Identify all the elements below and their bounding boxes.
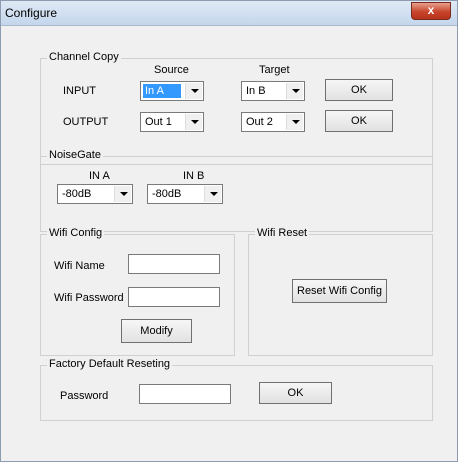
factory-reset-title: Factory Default Reseting <box>47 358 173 370</box>
output-ok-label: OK <box>351 115 367 127</box>
input-ok-button[interactable]: OK <box>325 79 393 101</box>
wifi-reset-group: Wifi Reset Reset Wifi Config <box>248 227 433 356</box>
chevron-down-icon[interactable] <box>185 83 202 99</box>
input-ok-label: OK <box>351 84 367 96</box>
in-b-threshold-select[interactable]: -80dB <box>147 184 223 204</box>
noisegate-title: NoiseGate <box>47 149 103 161</box>
output-source-value: Out 1 <box>145 116 172 128</box>
reset-wifi-config-button[interactable]: Reset Wifi Config <box>292 279 387 303</box>
in-b-threshold-value: -80dB <box>152 188 182 200</box>
source-header: Source <box>154 64 189 76</box>
wifi-config-group: Wifi Config Wifi Name Wifi Password Modi… <box>40 227 235 356</box>
factory-ok-button[interactable]: OK <box>259 382 332 404</box>
reset-wifi-config-label: Reset Wifi Config <box>297 285 382 297</box>
close-button[interactable]: x <box>411 2 451 20</box>
in-a-label: IN A <box>89 170 110 182</box>
chevron-down-icon[interactable] <box>114 186 131 202</box>
input-source-select[interactable]: In A <box>140 81 204 101</box>
factory-ok-label: OK <box>287 387 304 399</box>
factory-reset-group: Factory Default Reseting Password OK <box>40 358 433 421</box>
wifi-reset-title: Wifi Reset <box>255 227 310 239</box>
dialog-content: Channel Copy Source Target INPUT In A In… <box>9 26 449 456</box>
factory-password-label: Password <box>60 390 109 402</box>
noisegate-group: NoiseGate IN A IN B -80dB -80dB <box>40 149 433 232</box>
chevron-down-icon[interactable] <box>286 114 303 130</box>
close-icon: x <box>427 3 435 17</box>
wifi-config-title: Wifi Config <box>47 227 105 239</box>
input-target-select[interactable]: In B <box>241 81 305 101</box>
wifi-name-label: Wifi Name <box>54 260 105 272</box>
input-label: INPUT <box>63 85 96 97</box>
chevron-down-icon[interactable] <box>286 83 303 99</box>
input-source-value: In A <box>143 84 181 98</box>
input-target-value: In B <box>246 85 266 97</box>
channel-copy-title: Channel Copy <box>47 51 121 63</box>
title-bar[interactable]: Configure x <box>1 1 457 26</box>
output-ok-button[interactable]: OK <box>325 110 393 132</box>
in-a-threshold-select[interactable]: -80dB <box>57 184 133 204</box>
chevron-down-icon[interactable] <box>204 186 221 202</box>
chevron-down-icon[interactable] <box>185 114 202 130</box>
wifi-password-label: Wifi Password <box>54 292 124 304</box>
wifi-name-input[interactable] <box>128 254 220 274</box>
output-source-select[interactable]: Out 1 <box>140 112 204 132</box>
output-target-value: Out 2 <box>246 116 273 128</box>
output-label: OUTPUT <box>63 116 109 128</box>
in-b-label: IN B <box>183 170 205 182</box>
in-a-threshold-value: -80dB <box>62 188 92 200</box>
target-header: Target <box>259 64 290 76</box>
modify-label: Modify <box>140 325 173 337</box>
window-title: Configure <box>5 6 58 20</box>
output-target-select[interactable]: Out 2 <box>241 112 305 132</box>
wifi-password-input[interactable] <box>128 287 220 307</box>
modify-button[interactable]: Modify <box>121 319 192 343</box>
factory-password-input[interactable] <box>139 384 231 404</box>
configure-window: Configure x Channel Copy Source Target I… <box>0 0 458 462</box>
